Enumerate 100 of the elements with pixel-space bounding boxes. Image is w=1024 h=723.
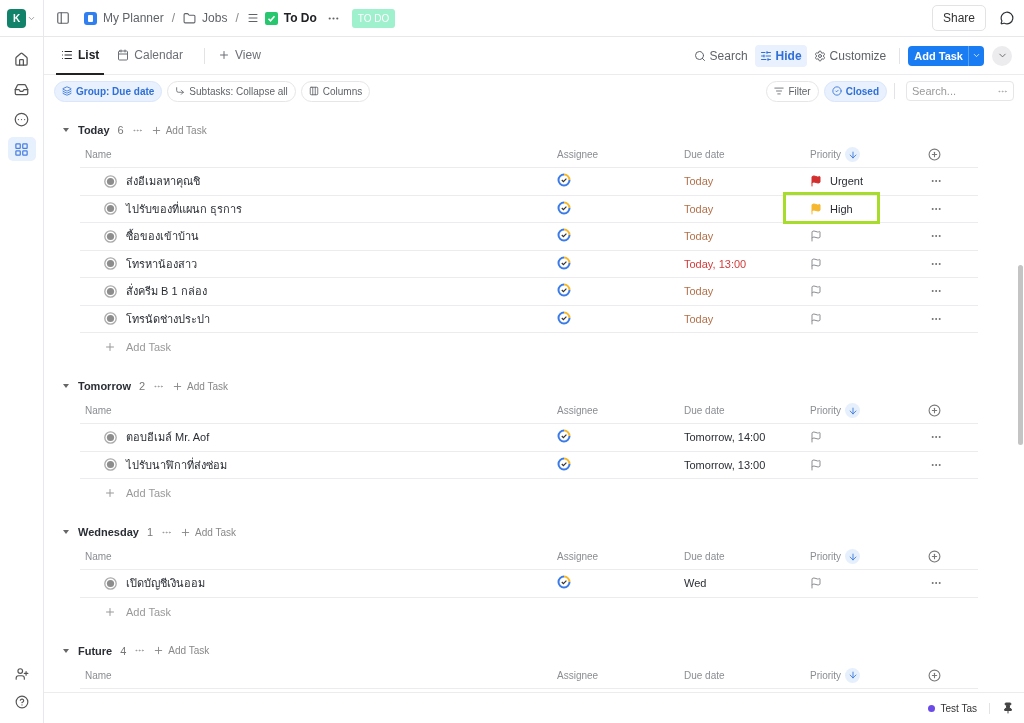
flag-icon[interactable]	[810, 285, 822, 298]
chat-icon[interactable]	[1000, 11, 1014, 25]
due-date[interactable]: Today	[684, 230, 810, 243]
add-task-link[interactable]: Add Task	[172, 380, 229, 392]
add-column-icon[interactable]	[928, 148, 941, 161]
due-date[interactable]: Today	[684, 202, 810, 215]
task-name[interactable]: ไปรับของที่แผนก ธุรการ	[126, 199, 243, 218]
column-header[interactable]: Name	[80, 405, 557, 416]
status-icon[interactable]	[104, 430, 117, 444]
task-name[interactable]: ส่งอีเมลหาคุณชิ	[126, 172, 200, 191]
column-header[interactable]: Assignee	[557, 149, 684, 160]
flag-icon[interactable]	[810, 431, 822, 444]
collapse-caret-icon[interactable]	[62, 646, 70, 655]
assignee-icon[interactable]	[557, 255, 571, 270]
column-header[interactable]: Assignee	[557, 551, 684, 562]
status-icon[interactable]	[104, 458, 117, 472]
due-date[interactable]: Tomorrow, 13:00	[684, 458, 810, 471]
status-icon[interactable]	[104, 174, 117, 188]
status-icon[interactable]	[104, 229, 117, 243]
add-task-link[interactable]: Add Task	[153, 645, 210, 656]
spaces-button[interactable]	[7, 137, 36, 161]
sidebar-toggle-icon[interactable]	[56, 11, 70, 25]
assignee-icon[interactable]	[557, 283, 571, 298]
column-header[interactable]: Priority	[810, 405, 842, 416]
column-header[interactable]: Due date	[684, 669, 810, 681]
workspace-logo[interactable]: K	[7, 8, 26, 28]
column-header[interactable]: Assignee	[557, 405, 684, 416]
column-header[interactable]: Priority	[810, 551, 842, 562]
add-column-icon[interactable]	[928, 668, 941, 682]
filter-chip[interactable]: Group: Due date	[54, 80, 163, 102]
assignee-icon[interactable]	[557, 429, 571, 444]
column-header[interactable]: Due date	[684, 149, 810, 160]
add-task-row[interactable]: Add Task	[104, 605, 172, 618]
flag-icon[interactable]	[810, 577, 822, 590]
assignee-icon[interactable]	[557, 456, 571, 471]
flag-icon[interactable]	[810, 312, 822, 325]
column-header[interactable]: Name	[80, 149, 557, 160]
due-date[interactable]: Wed	[684, 577, 810, 590]
task-name[interactable]: เปิดบัญชีเงินออม	[126, 574, 205, 593]
sort-button[interactable]	[845, 667, 861, 683]
sort-button[interactable]	[845, 147, 861, 162]
assignee-icon[interactable]	[557, 228, 571, 243]
scrollbar[interactable]	[1017, 265, 1023, 445]
task-name[interactable]: โทรหาน้องสาว	[126, 254, 197, 273]
column-header[interactable]: Due date	[684, 405, 810, 416]
breadcrumb-link[interactable]: My Planner	[103, 11, 164, 25]
assignee-icon[interactable]	[557, 575, 571, 590]
flag-icon[interactable]	[810, 257, 822, 270]
status-icon[interactable]	[104, 284, 117, 298]
task-name[interactable]: ตอบอีเมล์ Mr. Aof	[126, 428, 210, 447]
search-field[interactable]: Search...	[906, 81, 1014, 101]
hide-button[interactable]: Hide	[754, 44, 807, 67]
add-task-link[interactable]: Add Task	[180, 526, 236, 538]
due-date[interactable]: Today	[684, 285, 810, 298]
filter-chip[interactable]: Columns	[300, 80, 371, 102]
collapse-caret-icon[interactable]	[62, 528, 70, 536]
filter-chip[interactable]: Closed	[823, 80, 887, 102]
collapse-caret-icon[interactable]	[62, 382, 70, 390]
assignee-icon[interactable]	[557, 200, 571, 215]
share-button[interactable]: Share	[931, 5, 986, 31]
add-column-icon[interactable]	[928, 404, 941, 417]
pin-icon[interactable]	[1002, 702, 1014, 714]
status-icon[interactable]	[104, 202, 117, 216]
due-date[interactable]: Today, 13:00	[684, 257, 810, 270]
assignee-icon[interactable]	[557, 310, 571, 325]
task-name[interactable]: โทรนัดช่างประปา	[126, 309, 210, 328]
filter-chip[interactable]: Filter	[766, 80, 819, 102]
customize-button[interactable]: Customize	[808, 44, 892, 67]
add-task-row[interactable]: Add Task	[104, 487, 172, 499]
flag-icon[interactable]	[810, 175, 822, 188]
task-name[interactable]: ไปรับนาฬิกาที่ส่งซ่อม	[126, 455, 227, 474]
filter-chip[interactable]: Subtasks: Collapse all	[167, 80, 296, 102]
flag-icon[interactable]	[810, 458, 822, 471]
task-name[interactable]: ซื้อของเข้าบ้าน	[126, 227, 199, 246]
due-date[interactable]: Today	[684, 312, 810, 325]
flag-icon[interactable]	[810, 230, 822, 243]
column-header[interactable]: Assignee	[557, 669, 684, 681]
collapse-caret-icon[interactable]	[62, 126, 70, 134]
sort-button[interactable]	[845, 403, 861, 418]
breadcrumb-link[interactable]: Jobs	[202, 11, 228, 25]
due-date[interactable]: Today	[684, 175, 810, 188]
breadcrumb-link[interactable]: To Do	[283, 11, 317, 25]
add-view-button[interactable]: View	[213, 36, 266, 75]
column-header[interactable]: Name	[80, 669, 557, 681]
column-header[interactable]: Name	[80, 551, 557, 562]
status-icon[interactable]	[104, 576, 117, 590]
status-icon[interactable]	[104, 257, 117, 271]
calendar-view-tab[interactable]: Calendar	[112, 36, 189, 75]
column-header[interactable]: Priority	[810, 149, 842, 160]
tray-task[interactable]: Test Tas	[927, 702, 990, 714]
add-task-button[interactable]: Add Task	[908, 45, 984, 66]
add-task-link[interactable]: Add Task	[150, 124, 207, 136]
invite-icon[interactable]	[14, 667, 29, 681]
column-header[interactable]: Due date	[684, 551, 810, 562]
sort-button[interactable]	[845, 549, 861, 564]
status-icon[interactable]	[104, 312, 117, 326]
assignee-icon[interactable]	[557, 173, 571, 188]
help-icon[interactable]	[14, 695, 29, 709]
add-column-icon[interactable]	[928, 550, 941, 563]
list-view-tab[interactable]: List	[56, 36, 105, 75]
